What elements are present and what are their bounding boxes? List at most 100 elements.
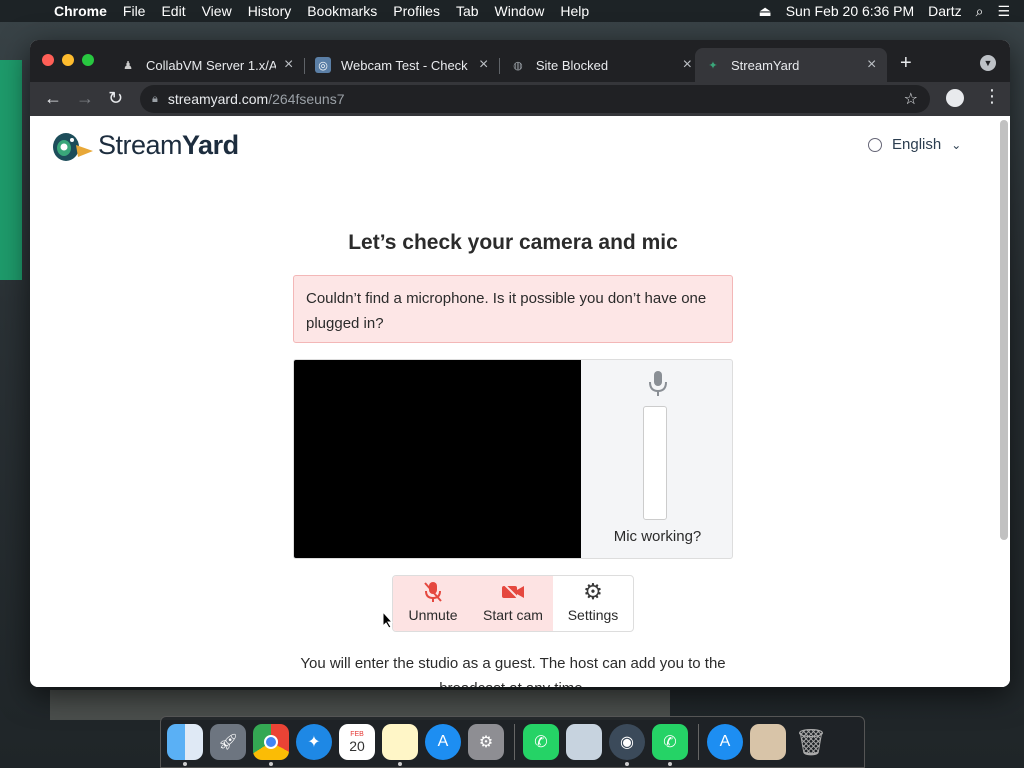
trash-icon[interactable]: 🗑︎ [793, 724, 829, 760]
document-icon[interactable] [750, 724, 786, 760]
logo-text: StreamYard [98, 130, 239, 161]
menubar-clock[interactable]: Sun Feb 20 6:36 PM [786, 3, 914, 19]
calendar-day: 20 [349, 737, 365, 754]
close-tab-icon[interactable]: × [683, 56, 692, 74]
minimize-window-button[interactable] [62, 54, 74, 66]
menu-bookmarks[interactable]: Bookmarks [307, 3, 377, 19]
language-selector[interactable]: English ⌄ [868, 136, 961, 153]
menu-history[interactable]: History [248, 3, 292, 19]
webcam-test-icon: ◎ [315, 57, 331, 73]
mac-dock: 🚀︎ ✦ FEB 20 A ⚙ ✆ ◉ ✆ A 🗑︎ [160, 716, 865, 768]
control-center-icon[interactable]: ☰ [997, 3, 1010, 20]
lock-icon[interactable]: 🔒︎ [152, 93, 158, 106]
camera-off-icon [501, 581, 525, 603]
finder-icon[interactable] [167, 724, 203, 766]
guest-notice: You will enter the studio as a guest. Th… [300, 655, 726, 687]
safari-icon[interactable]: ✦ [296, 724, 332, 760]
system-preferences-icon[interactable]: ⚙ [468, 724, 504, 760]
logo-text-bold: Yard [182, 129, 239, 160]
globe-icon [868, 137, 882, 152]
whatsapp-icon-running[interactable]: ✆ [652, 724, 688, 766]
page-title: Let’s check your camera and mic [348, 231, 678, 254]
dock-divider [514, 724, 515, 760]
media-controls: Unmute Start cam ⚙ Settings [392, 575, 634, 632]
launchpad-icon[interactable]: 🚀︎ [210, 724, 246, 760]
calendar-month: FEB [350, 730, 364, 738]
close-window-button[interactable] [42, 54, 54, 66]
chrome-icon[interactable] [253, 724, 289, 766]
url-path: /264fseuns7 [268, 91, 345, 107]
bookmark-star-icon[interactable]: ☆ [904, 89, 918, 109]
tab-strip: ♟ CollabVM Server 1.x/Ad × ◎ Webcam Test… [30, 40, 1010, 82]
chevron-down-icon: ⌄ [951, 137, 962, 152]
no-microphone-alert: Couldn’t find a microphone. Is it possib… [293, 275, 733, 343]
unmute-button[interactable]: Unmute [393, 576, 473, 631]
close-tab-icon[interactable]: × [284, 56, 293, 74]
tab-search-icon[interactable]: ▼ [980, 55, 996, 71]
browser-toolbar: ← → ↻ 🔒︎ streamyard.com /264fseuns7 ☆ ⋮ [30, 82, 1010, 116]
tab-title: CollabVM Server 1.x/Ad [146, 57, 276, 73]
spotlight-search-icon[interactable]: ⌕ [976, 3, 984, 20]
gear-icon: ⚙ [583, 579, 603, 604]
close-tab-icon[interactable]: × [867, 56, 876, 74]
language-label: English [892, 136, 942, 153]
microphone-icon [649, 371, 667, 396]
address-bar[interactable]: 🔒︎ streamyard.com /264fseuns7 ☆ [140, 85, 930, 113]
new-tab-button[interactable]: + [900, 52, 912, 75]
menu-app-name[interactable]: Chrome [54, 3, 107, 19]
menu-file[interactable]: File [123, 3, 146, 19]
start-cam-button[interactable]: Start cam [473, 576, 553, 631]
tab-streamyard[interactable]: ✦ StreamYard × [695, 48, 887, 82]
unmute-label: Unmute [408, 607, 458, 623]
notes-icon[interactable] [382, 724, 418, 766]
chrome-window: ♟ CollabVM Server 1.x/Ad × ◎ Webcam Test… [30, 40, 1010, 687]
mac-menubar: Chrome File Edit View History Bookmarks … [0, 0, 1024, 22]
streamyard-logo[interactable]: StreamYard [52, 127, 239, 163]
menu-edit[interactable]: Edit [161, 3, 185, 19]
tab-title: Site Blocked [535, 57, 609, 73]
calendar-icon[interactable]: FEB 20 [339, 724, 375, 760]
page-scrollbar[interactable] [1000, 120, 1008, 540]
menu-view[interactable]: View [202, 3, 232, 19]
tab-site-blocked[interactable]: ◍ Site Blocked × [500, 48, 692, 82]
page-content: StreamYard English ⌄ Let’s check your ca… [30, 116, 1010, 687]
quicktime-icon[interactable]: ◉ [609, 724, 645, 766]
close-tab-icon[interactable]: × [479, 56, 488, 74]
whatsapp-icon[interactable]: ✆ [523, 724, 559, 760]
menu-tab[interactable]: Tab [456, 3, 479, 19]
forward-arrow-icon[interactable]: → [76, 88, 94, 109]
mouse-cursor-icon [382, 611, 394, 629]
eject-icon[interactable]: ⏏ [758, 3, 771, 20]
logo-text-light: Stream [98, 129, 183, 160]
duck-logo-icon [53, 133, 93, 161]
globe-icon: ◍ [513, 59, 523, 72]
preview-icon[interactable] [566, 724, 602, 760]
camera-preview [294, 360, 581, 558]
mic-check-panel: Mic working? [581, 360, 732, 558]
settings-label: Settings [567, 607, 619, 623]
menu-help[interactable]: Help [560, 3, 589, 19]
menubar-user[interactable]: Dartz [928, 3, 961, 19]
mic-muted-icon [423, 581, 443, 603]
settings-button[interactable]: ⚙ Settings [553, 576, 633, 631]
reload-icon[interactable]: ↻ [108, 88, 123, 109]
menu-profiles[interactable]: Profiles [393, 3, 440, 19]
mic-working-label: Mic working? [613, 528, 702, 545]
streamyard-icon: ✦ [708, 59, 718, 72]
dock-divider [698, 724, 699, 760]
tab-collabvm[interactable]: ♟ CollabVM Server 1.x/Ad × [110, 48, 302, 82]
back-arrow-icon[interactable]: ← [44, 88, 62, 109]
app-store-download-icon[interactable]: A [707, 724, 743, 760]
chrome-menu-icon[interactable]: ⋮ [983, 86, 1001, 107]
tab-webcam-test[interactable]: ◎ Webcam Test - Check × [305, 48, 497, 82]
device-preview: Mic working? [293, 359, 733, 559]
tab-title: StreamYard [731, 57, 800, 73]
tab-title: Webcam Test - Check [341, 57, 468, 73]
app-store-icon[interactable]: A [425, 724, 461, 760]
zoom-window-button[interactable] [82, 54, 94, 66]
mic-level-meter [643, 406, 667, 520]
menu-window[interactable]: Window [495, 3, 545, 19]
profile-avatar-icon[interactable] [946, 89, 964, 107]
url-host: streamyard.com [167, 91, 269, 107]
window-controls [42, 54, 94, 66]
